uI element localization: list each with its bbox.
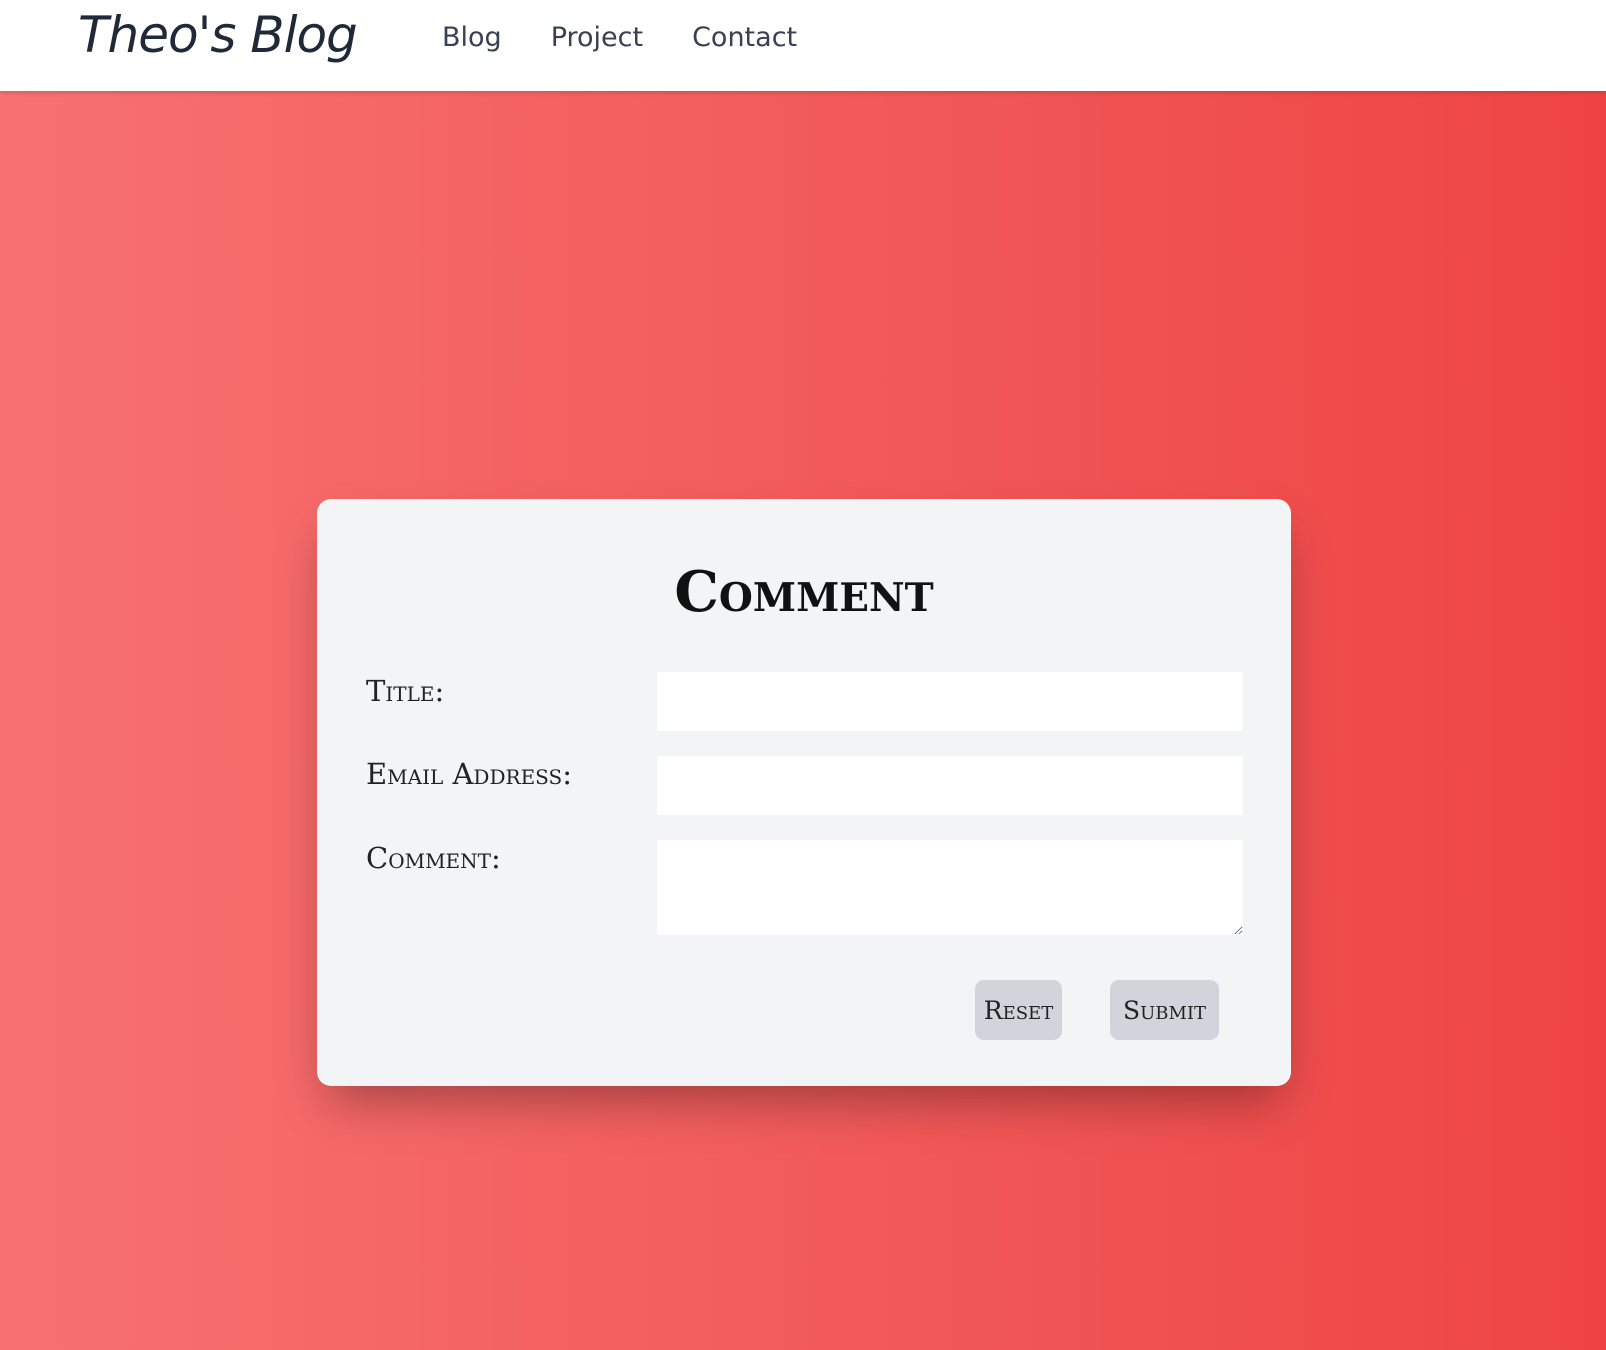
- nav-link-contact[interactable]: Contact: [692, 20, 797, 56]
- brand-logo-link[interactable]: Theo's Blog: [78, 6, 358, 64]
- comment-textarea[interactable]: [657, 840, 1243, 935]
- title-label: Title:: [366, 674, 445, 708]
- main-nav: Blog Project Contact: [442, 20, 797, 56]
- comment-form-card: Comment Title: Email Address: Comment: R…: [317, 499, 1291, 1086]
- email-label: Email Address:: [366, 757, 572, 791]
- nav-link-project[interactable]: Project: [551, 20, 643, 56]
- comment-label: Comment:: [366, 841, 501, 875]
- navbar: Theo's Blog Blog Project Contact: [0, 0, 1606, 91]
- title-input[interactable]: [657, 672, 1243, 731]
- nav-link-blog[interactable]: Blog: [442, 20, 502, 56]
- reset-button[interactable]: Reset: [975, 980, 1062, 1040]
- email-input[interactable]: [657, 756, 1243, 815]
- form-title: Comment: [674, 559, 934, 625]
- submit-button[interactable]: Submit: [1110, 980, 1219, 1040]
